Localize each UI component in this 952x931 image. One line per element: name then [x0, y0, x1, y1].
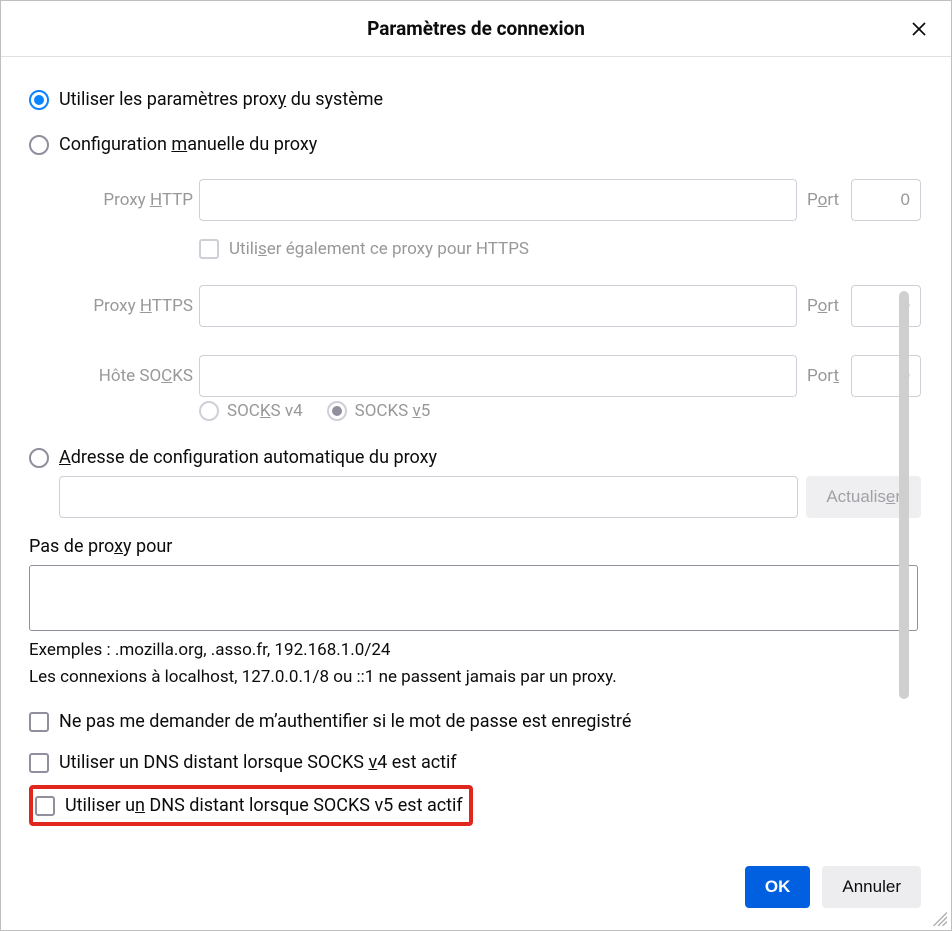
checkbox-remote-dns-socks5[interactable]: [35, 796, 55, 816]
socks-version-group: SOCKS v4 SOCKS v5: [199, 401, 921, 421]
input-http-port[interactable]: [851, 179, 921, 221]
radio-pac-label: Adresse de configuration automatique du …: [59, 447, 437, 468]
checkbox-remote-dns-socks5-label: Utiliser un DNS distant lorsque SOCKS v5…: [65, 795, 463, 816]
checkbox-row-remote-dns-socks5[interactable]: Utiliser un DNS distant lorsque SOCKS v5…: [35, 795, 463, 816]
dialog-footer: OK Annuler: [745, 866, 921, 908]
radio-opt-socks-v5[interactable]: SOCKS v5: [327, 401, 431, 421]
checkbox-use-for-https-label: Utiliser également ce proxy pour HTTPS: [229, 239, 529, 259]
label-https-port: Port: [807, 296, 851, 316]
label-socks-port: Port: [807, 366, 851, 386]
radio-row-system-proxy[interactable]: Utiliser les paramètres proxy du système: [29, 89, 921, 110]
radio-system-proxy-label: Utiliser les paramètres proxy du système: [59, 89, 383, 110]
dialog-title: Paramètres de connexion: [367, 17, 585, 40]
checkbox-no-auth-prompt-label: Ne pas me demander de m’authentifier si …: [59, 711, 631, 732]
checkbox-remote-dns-socks4-label: Utiliser un DNS distant lorsque SOCKS v4…: [59, 752, 457, 773]
radio-system-proxy[interactable]: [29, 90, 49, 110]
checkbox-remote-dns-socks4[interactable]: [29, 753, 49, 773]
radio-row-pac[interactable]: Adresse de configuration automatique du …: [29, 447, 921, 468]
dialog-header: Paramètres de connexion: [1, 1, 951, 57]
input-http-proxy[interactable]: [199, 179, 797, 221]
radio-row-manual-proxy[interactable]: Configuration manuelle du proxy: [29, 134, 921, 155]
resize-handle-icon: [929, 908, 947, 926]
label-http-port: Port: [807, 190, 851, 210]
close-button[interactable]: [905, 15, 933, 43]
checkbox-row-use-for-https[interactable]: Utiliser également ce proxy pour HTTPS: [199, 239, 921, 259]
help-text-line2: Les connexions à localhost, 127.0.0.1/8 …: [29, 664, 921, 691]
checkbox-use-for-https[interactable]: [199, 239, 219, 259]
input-https-port[interactable]: [851, 285, 921, 327]
label-https-proxy: Proxy HTTPS: [29, 296, 199, 316]
radio-socks-v5-label: SOCKS v5: [355, 401, 431, 421]
resize-handle[interactable]: [929, 908, 947, 926]
label-no-proxy-for: Pas de proxy pour: [29, 536, 921, 557]
row-socks-host: Hôte SOCKS Port: [29, 355, 921, 397]
textarea-no-proxy-for[interactable]: [29, 565, 918, 631]
checkbox-no-auth-prompt[interactable]: [29, 712, 49, 732]
cancel-button[interactable]: Annuler: [822, 866, 921, 908]
dialog-content: Utiliser les paramètres proxy du système…: [29, 57, 921, 858]
radio-pac[interactable]: [29, 448, 49, 468]
ok-button[interactable]: OK: [745, 866, 811, 908]
label-http-proxy: Proxy HTTP: [29, 190, 199, 210]
input-https-proxy[interactable]: [199, 285, 797, 327]
help-text-examples: Exemples : .mozilla.org, .asso.fr, 192.1…: [29, 637, 921, 691]
pac-row: Actualiser: [59, 476, 921, 518]
radio-manual-proxy-label: Configuration manuelle du proxy: [59, 134, 317, 155]
input-socks-port[interactable]: [851, 355, 921, 397]
checkbox-row-no-auth-prompt[interactable]: Ne pas me demander de m’authentifier si …: [29, 701, 921, 742]
radio-socks-v4[interactable]: [199, 401, 219, 421]
highlighted-checkbox-remote-dns-socks5: Utiliser un DNS distant lorsque SOCKS v5…: [29, 785, 473, 826]
row-https-proxy: Proxy HTTPS Port: [29, 285, 921, 327]
radio-socks-v5[interactable]: [327, 401, 347, 421]
scrollbar-thumb[interactable]: [899, 291, 909, 699]
label-socks-host: Hôte SOCKS: [29, 366, 199, 386]
close-icon: [910, 20, 928, 38]
row-http-proxy: Proxy HTTP Port: [29, 179, 921, 221]
input-socks-host[interactable]: [199, 355, 797, 397]
radio-opt-socks-v4[interactable]: SOCKS v4: [199, 401, 303, 421]
radio-manual-proxy[interactable]: [29, 135, 49, 155]
input-pac-url[interactable]: [59, 476, 798, 518]
checkbox-row-remote-dns-socks4[interactable]: Utiliser un DNS distant lorsque SOCKS v4…: [29, 742, 921, 783]
radio-socks-v4-label: SOCKS v4: [227, 401, 303, 421]
help-text-line1: Exemples : .mozilla.org, .asso.fr, 192.1…: [29, 637, 921, 664]
connection-settings-dialog: Paramètres de connexion Utiliser les par…: [0, 0, 952, 931]
